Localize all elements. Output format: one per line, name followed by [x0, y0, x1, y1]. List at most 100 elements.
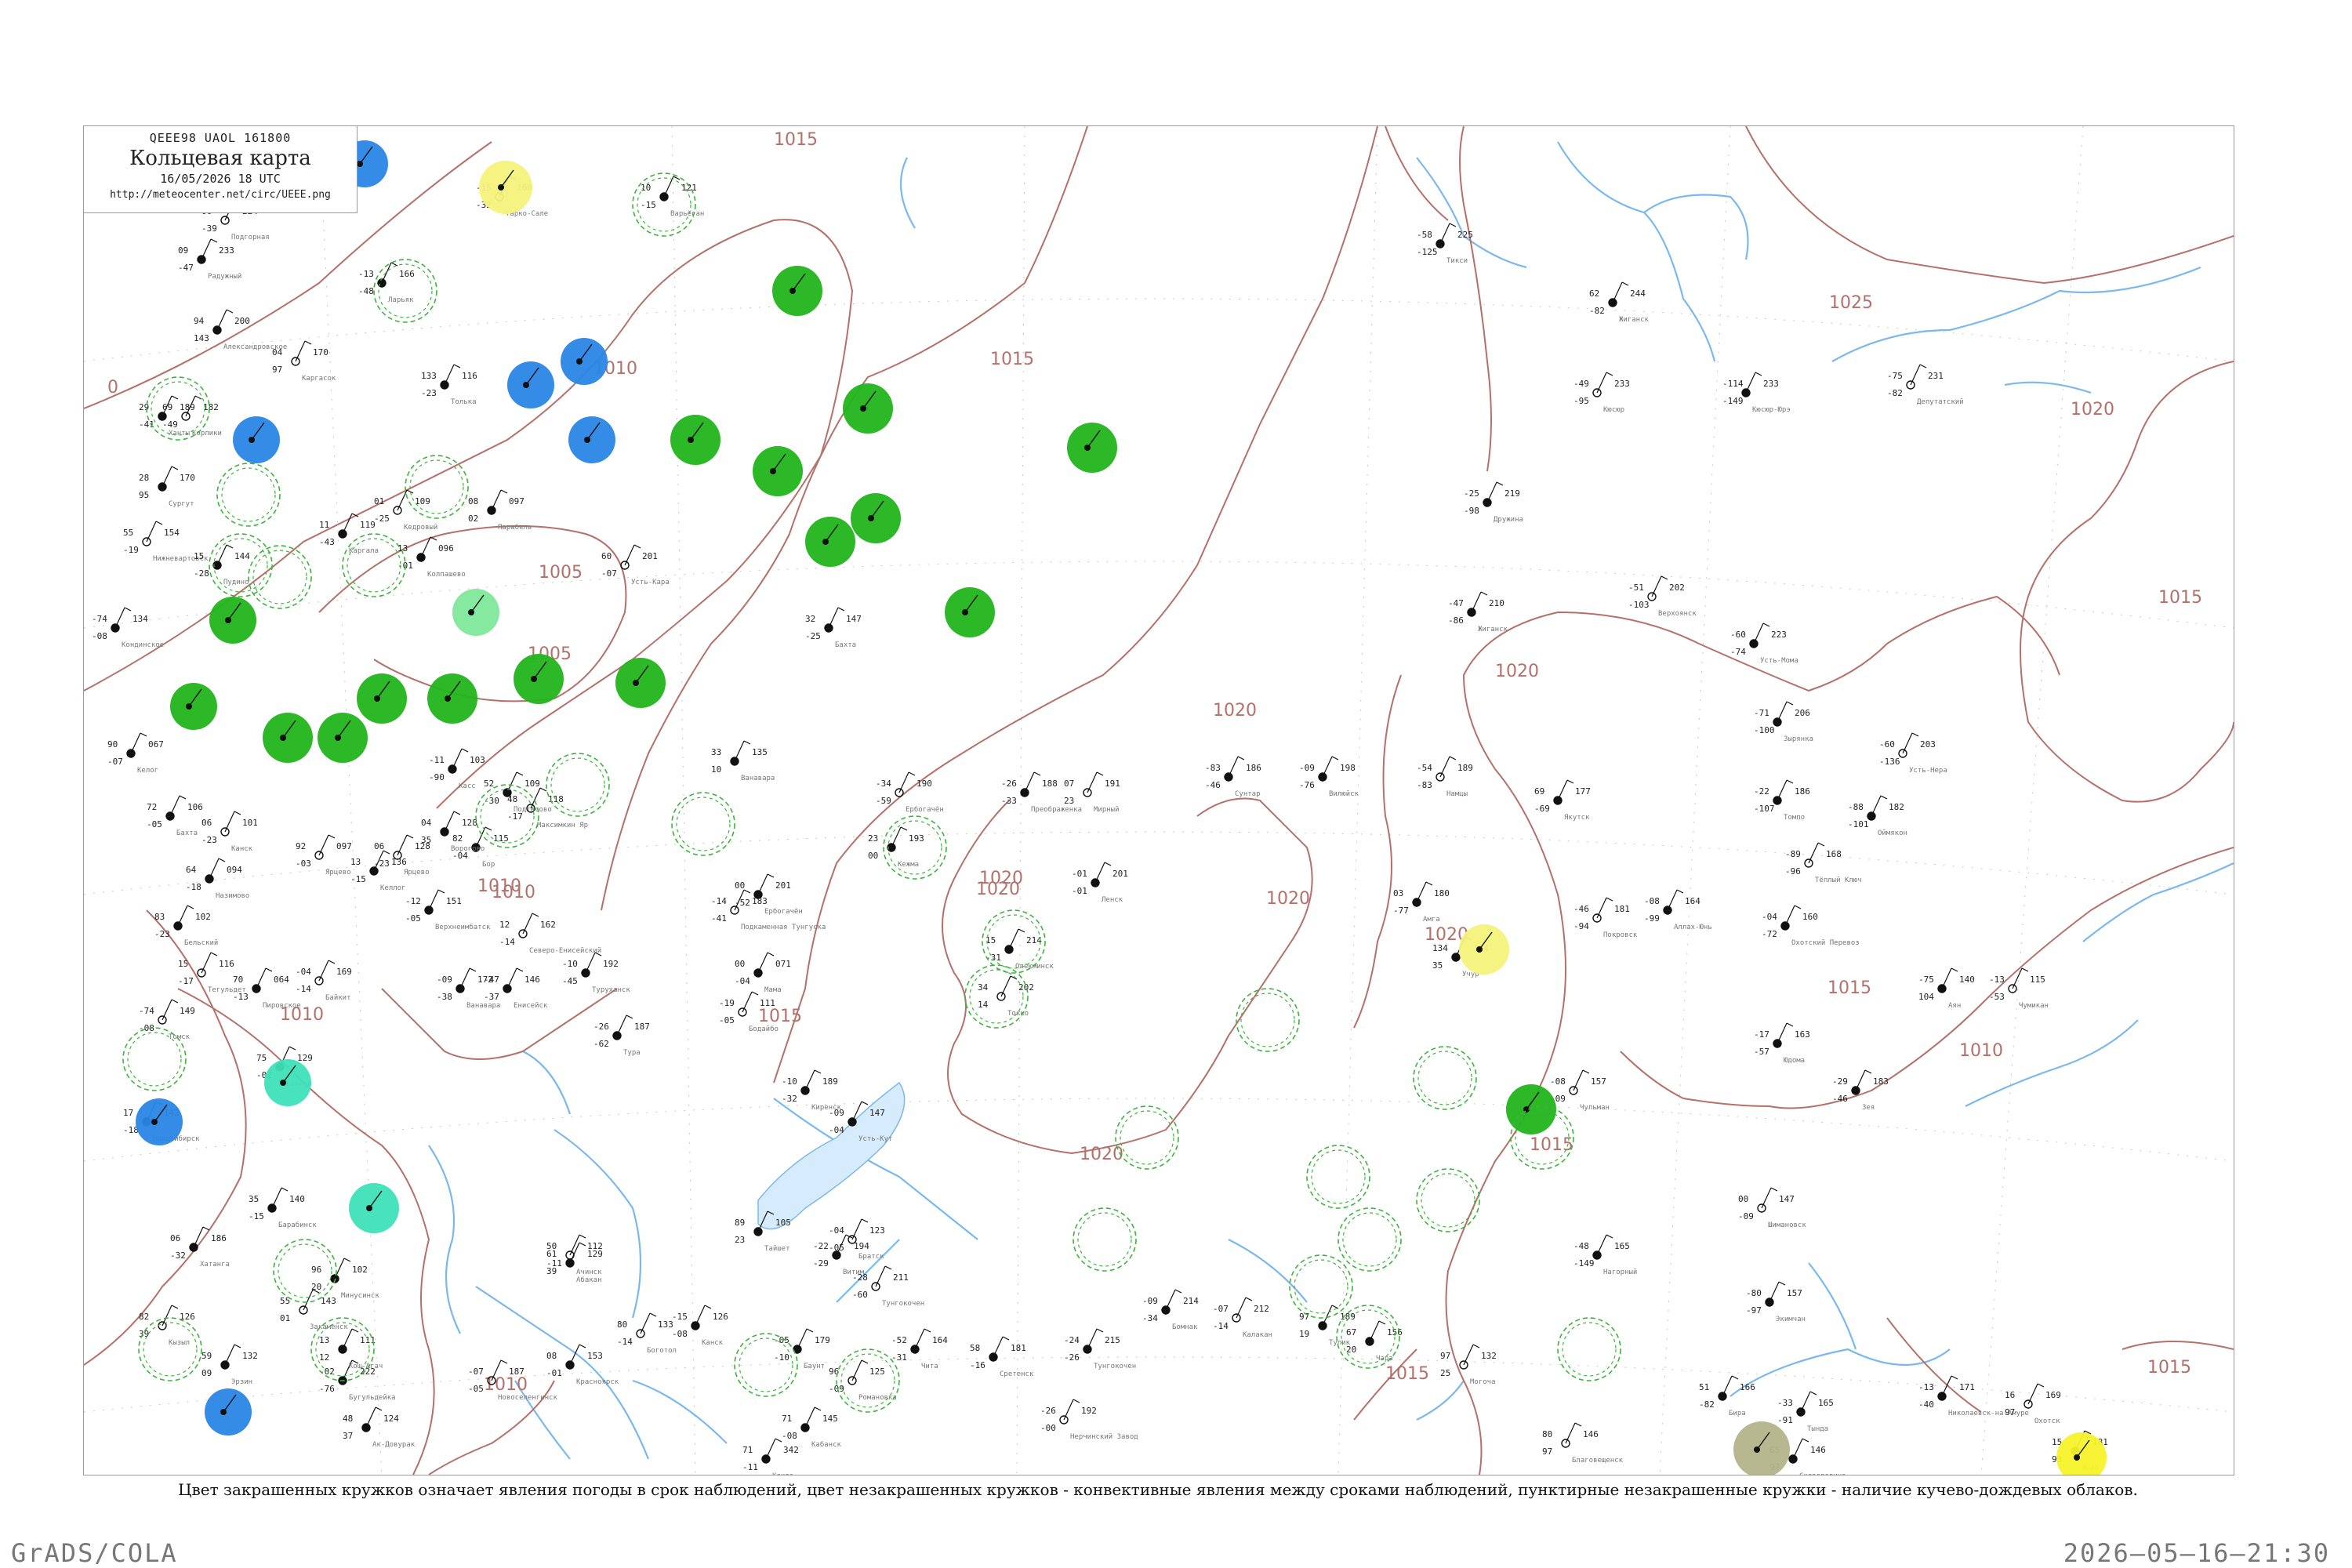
station-temperature: 33	[711, 747, 721, 757]
station-temperature: 09	[178, 245, 188, 256]
station-dewpoint: -05	[147, 819, 162, 829]
station-name: Радужный	[208, 273, 241, 281]
station-plot: 10952-30Подтесово	[484, 771, 552, 814]
station-name: Томпо	[1784, 814, 1805, 822]
station-pressure: 182	[203, 402, 219, 412]
station-pressure: 183	[1873, 1076, 1889, 1087]
filled-weather-circle	[318, 713, 368, 763]
station-name: Ак-Довурак	[372, 1441, 416, 1449]
station-temperature: -22	[813, 1241, 829, 1251]
station-plot: 187 -26 -62 Тура	[593, 1014, 650, 1057]
station-plot: 186 06 -32 Хатанга	[170, 1226, 230, 1269]
station-pressure: 194	[854, 1241, 869, 1251]
station-dewpoint: -83	[1417, 780, 1432, 790]
station-temperature: -88	[1848, 802, 1864, 812]
station-plot: 231 -75 -82 Депутатский	[1887, 364, 1964, 406]
station-dewpoint: -136	[1879, 757, 1900, 767]
station-pressure: 101	[242, 818, 258, 828]
station-pressure: 140	[1959, 975, 1975, 985]
dashed-cb-ring	[248, 545, 312, 609]
station-plot: 144 15 -28 Пудино	[194, 544, 250, 586]
station-pressure: 067	[148, 739, 164, 750]
station-pressure: 189	[180, 402, 195, 412]
station-dewpoint: -25	[374, 514, 390, 524]
station-temperature: -46	[1573, 904, 1589, 914]
station-name: Келог	[137, 767, 158, 775]
station-plot: 170 28 95 Сургут	[139, 466, 195, 508]
station-pressure: 146	[1810, 1445, 1826, 1455]
station-name: Канск	[231, 845, 253, 853]
filled-weather-circle	[170, 683, 217, 730]
isobar-label: 1010	[484, 1375, 528, 1395]
station-name: Подкаменная Тунгуска	[741, 924, 826, 931]
filled-weather-circle	[561, 338, 608, 385]
station-pressure: 171	[1959, 1382, 1975, 1392]
station-pressure: 189	[822, 1076, 838, 1087]
station-plot: 13613-15Келлог	[350, 850, 407, 892]
station-temperature: -80	[1746, 1288, 1762, 1298]
station-pressure: 115	[493, 833, 509, 844]
station-temperature: 12	[499, 920, 510, 930]
station-plot: 153 08 -01 Красноярск	[546, 1344, 619, 1386]
station-pressure: 111	[760, 998, 775, 1008]
station-pressure: 154	[164, 528, 180, 538]
station-name: Бодайбо	[749, 1025, 779, 1033]
station-temperature: 58	[970, 1343, 980, 1353]
station-temperature: 69	[162, 402, 172, 412]
station-temperature: -01	[1072, 869, 1087, 879]
filled-weather-circle	[427, 673, 477, 724]
station-temperature: -52	[891, 1335, 907, 1345]
station-plot: 203 -60 -136 Усть-Нера	[1879, 732, 1947, 775]
station-name: Ярцево	[325, 869, 351, 877]
station-pressure: 160	[1802, 912, 1818, 922]
station-temperature: 34	[978, 982, 989, 993]
filled-weather-circle	[233, 416, 280, 463]
map-canvas: 1015 1010 1005 1005 1010 1015 1020 1020 …	[84, 126, 2234, 1475]
station-plot: 223 -60 -74 Усть-Мома	[1730, 622, 1798, 665]
station-pressure: 183	[752, 896, 768, 906]
station-temperature: 69	[1534, 786, 1544, 797]
station-pressure: 123	[869, 1225, 885, 1236]
station-pressure: 192	[603, 959, 619, 969]
station-name: Зея	[1862, 1104, 1875, 1112]
map-url[interactable]: http://meteocenter.net/circ/UEEE.png	[84, 189, 357, 201]
station-dewpoint: 23	[735, 1235, 745, 1245]
station-plot: 179 -05 -10 Баунт	[774, 1328, 830, 1370]
station-plot: 102 96 20 Минусинск	[311, 1258, 379, 1300]
station-temperature: -48	[1573, 1241, 1589, 1251]
station-pressure: 097	[509, 496, 524, 506]
station-plot: 157-08-09Чульман	[1550, 1069, 1610, 1112]
station-plot: 097 08 02 Парабель	[468, 489, 532, 532]
filled-weather-circle	[205, 1388, 252, 1436]
station-name: Пудино	[223, 579, 249, 586]
station-name: Покровск	[1603, 931, 1638, 939]
station-dewpoint: -41	[711, 913, 727, 924]
station-plot: 132 59 09 Эрзин	[201, 1344, 258, 1386]
station-dewpoint: -77	[1393, 906, 1409, 916]
station-dewpoint: -100	[1754, 725, 1775, 735]
station-pressure: 186	[1246, 763, 1261, 773]
station-name: Преображенка	[1031, 805, 1082, 814]
station-plot: 164 -08 -99 Аллах-Юнь	[1644, 889, 1712, 931]
station-name: Экимчан	[1776, 1316, 1806, 1323]
station-temperature: -89	[1785, 849, 1801, 859]
filled-weather-circle	[851, 493, 901, 543]
station-name: Кежма	[898, 861, 919, 869]
station-dewpoint: -08	[782, 1431, 797, 1441]
station-plot: 133 80 -14 Боготол	[617, 1312, 677, 1355]
dashed-cb-ring	[1338, 1207, 1402, 1272]
station-dewpoint: -41	[139, 419, 154, 430]
station-name: Кызыл	[169, 1339, 190, 1347]
station-dewpoint: -43	[319, 537, 335, 547]
station-name: Тунгокочен	[1094, 1363, 1136, 1370]
dashed-cb-ring	[273, 1239, 337, 1303]
station-plot: 094 64 -18 Назимово	[186, 858, 249, 900]
station-dewpoint: -26	[1064, 1352, 1080, 1363]
station-name: Нерчинский Завод	[1070, 1433, 1138, 1441]
isobar-label: 1010	[1959, 1041, 2003, 1061]
station-pressure: 166	[1740, 1382, 1755, 1392]
dashed-cb-ring	[1413, 1046, 1477, 1110]
station-pressure: 149	[180, 1006, 195, 1016]
station-temperature: 96	[311, 1265, 321, 1275]
station-name: Охотский Перевоз	[1791, 939, 1860, 947]
